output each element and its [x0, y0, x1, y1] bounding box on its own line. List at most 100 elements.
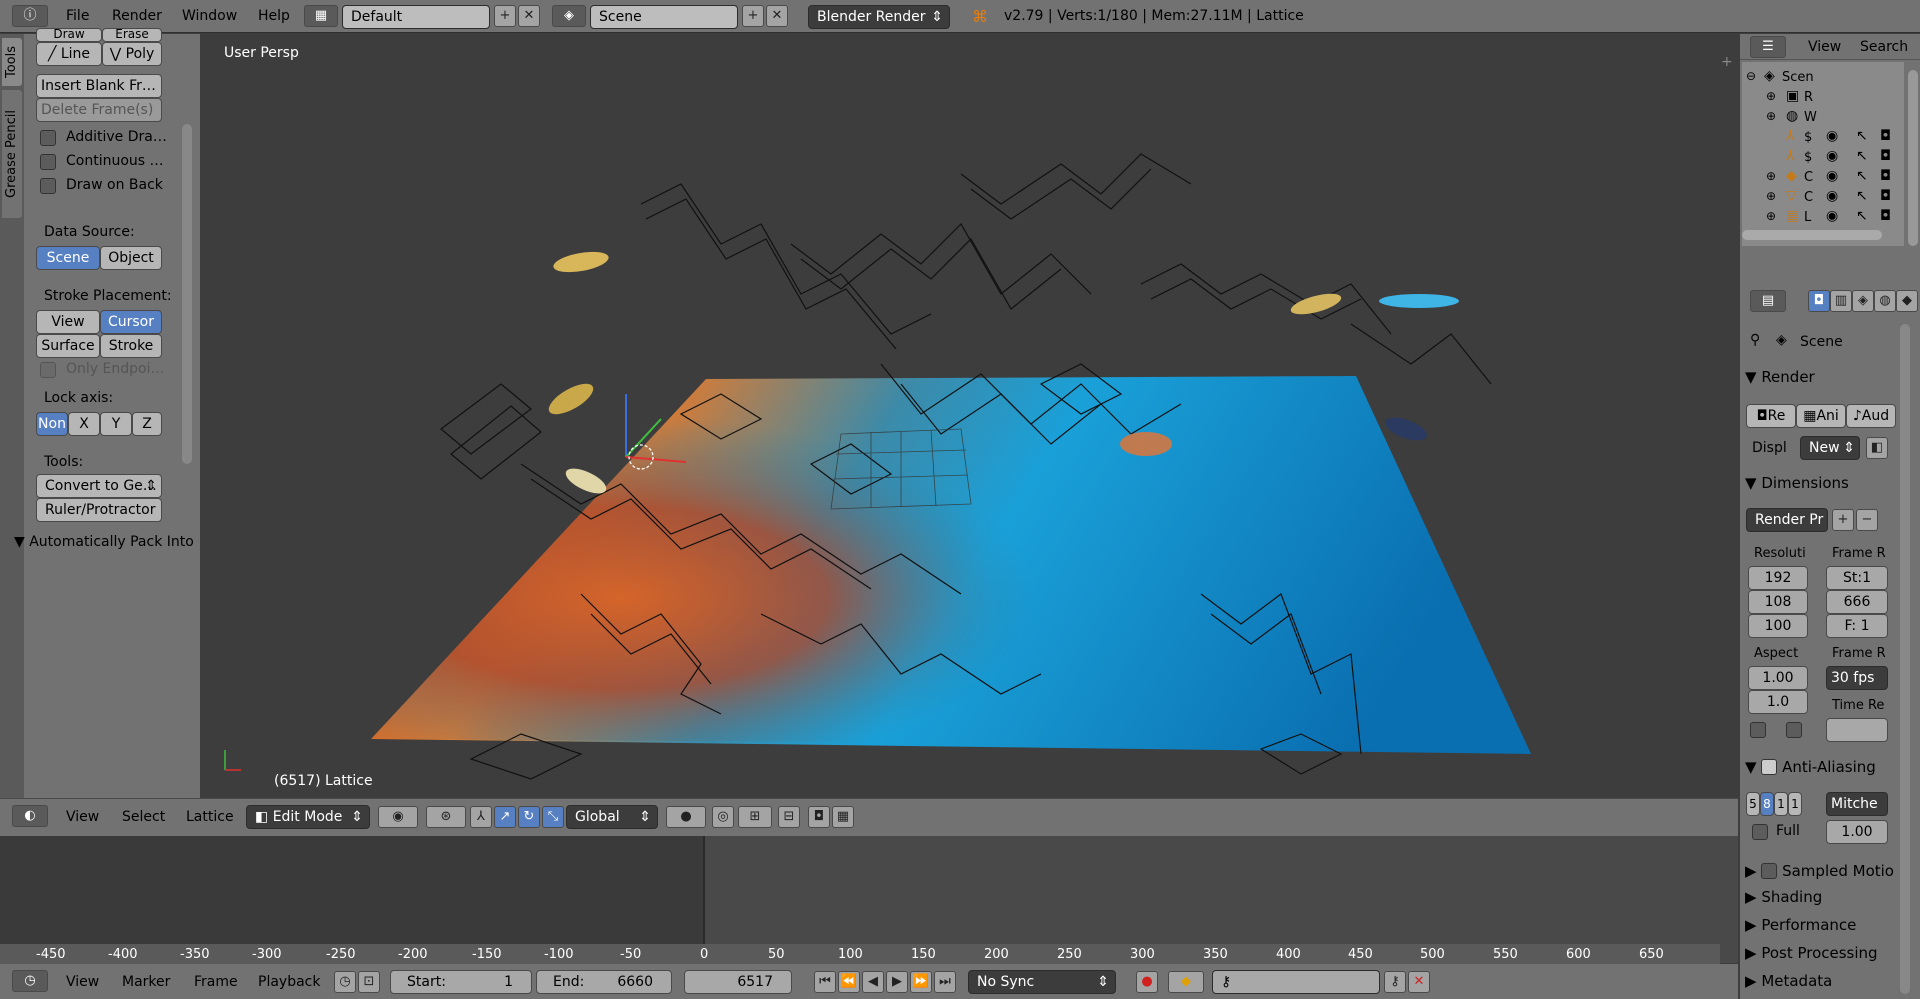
outliner-view-menu[interactable]: View	[1808, 39, 1841, 55]
remove-preset-icon[interactable]: −	[1856, 509, 1878, 531]
tab-tools[interactable]: Tools	[2, 38, 22, 86]
placement-stroke-button[interactable]: Stroke	[100, 334, 162, 358]
timeline-view-menu[interactable]: View	[66, 974, 99, 990]
world-tab-icon[interactable]: ◍	[1874, 290, 1896, 312]
aa-samples-16-button[interactable]: 1	[1788, 792, 1802, 816]
properties-scrollbar[interactable]	[1900, 324, 1910, 994]
snap-target-icon[interactable]: ⊟	[778, 806, 800, 828]
outliner-vscrollbar[interactable]	[1908, 70, 1918, 246]
end-frame-field[interactable]: End: 6660	[536, 970, 672, 994]
lock-range-icon[interactable]: ⊡	[358, 971, 380, 993]
viewport-plus-icon[interactable]: +	[1721, 54, 1733, 70]
scale-icon[interactable]: ⤡	[542, 806, 564, 828]
full-sample-checkbox[interactable]	[1752, 824, 1768, 840]
menu-help[interactable]: Help	[258, 8, 290, 24]
delete-frames-button[interactable]: Delete Frame(s)	[36, 98, 162, 122]
render-engine-select[interactable]: Blender Render ⇕	[808, 5, 950, 29]
active-keying-set-field[interactable]: ⚷	[1212, 970, 1380, 994]
delete-keyframe-icon[interactable]: ✕	[1408, 971, 1430, 993]
auto-pack-expander[interactable]: ▼ Automatically Pack Into	[14, 534, 194, 550]
menu-render[interactable]: Render	[112, 8, 162, 24]
play-icon[interactable]: ▶	[886, 971, 908, 993]
keying-set-icon[interactable]: ◆	[1168, 971, 1204, 993]
menu-file[interactable]: File	[66, 8, 89, 24]
snap-icon[interactable]: ⊞	[738, 806, 772, 828]
metadata-panel-header[interactable]: ▶ Metadata	[1745, 972, 1903, 998]
pin-icon[interactable]: ⚲	[1750, 332, 1760, 348]
outliner-row[interactable]: ⊕ ▽ C ◉ ↖ ◘	[1742, 188, 1904, 208]
outliner-row[interactable]: ⅄ $ ◉ ↖ ◘	[1742, 148, 1904, 168]
outliner-row[interactable]: ⊕ ◆ C ◉ ↖ ◘	[1742, 168, 1904, 188]
auto-keying-icon[interactable]: ●	[1136, 971, 1158, 993]
frame-rate-select[interactable]: 30 fps	[1826, 666, 1888, 690]
outliner-hscrollbar[interactable]	[1742, 230, 1882, 240]
manipulator-icon[interactable]: ⅄	[470, 806, 492, 828]
proportional-edit-icon[interactable]: ◎	[712, 806, 734, 828]
border-checkbox[interactable]	[1750, 722, 1766, 738]
placement-surface-button[interactable]: Surface	[36, 334, 100, 358]
screen-layout-field[interactable]: Default	[342, 5, 490, 29]
viewport-lattice-menu[interactable]: Lattice	[186, 809, 234, 825]
anti-aliasing-panel-header[interactable]: ▼ Anti-Aliasing	[1745, 756, 1903, 782]
erase-button[interactable]: Erase	[102, 28, 162, 42]
lock-axis-x-button[interactable]: X	[68, 412, 100, 436]
viewport-shading-icon[interactable]: ◉	[378, 806, 418, 828]
scene-tab-icon[interactable]: ◈	[1852, 290, 1874, 312]
display-select[interactable]: New ⇕	[1800, 436, 1860, 460]
post-processing-panel-header[interactable]: ▶ Post Processing	[1745, 944, 1903, 970]
outliner-row[interactable]: ⊖ ◈ Scen	[1742, 68, 1904, 88]
render-audio-button[interactable]: ♪Aud	[1846, 404, 1896, 428]
add-layout-icon[interactable]: +	[494, 5, 516, 27]
object-tab-icon[interactable]: ◆	[1896, 290, 1918, 312]
add-scene-icon[interactable]: +	[742, 5, 764, 27]
lock-axis-none-button[interactable]: Non	[36, 412, 68, 436]
data-source-object-button[interactable]: Object	[100, 246, 162, 270]
toolshelf-scrollbar[interactable]	[182, 124, 192, 464]
3d-viewport[interactable]: User Persp (6517) Lattice +	[201, 34, 1738, 798]
insert-keyframe-icon[interactable]: ⚷	[1384, 971, 1406, 993]
outliner-row[interactable]: ⊕ ▣ R	[1742, 88, 1904, 108]
sync-mode-select[interactable]: No Sync ⇕	[968, 970, 1116, 994]
lock-axis-z-button[interactable]: Z	[132, 412, 162, 436]
frame-step-field[interactable]: F: 1	[1826, 614, 1888, 638]
render-layers-tab-icon[interactable]: ▥	[1830, 290, 1852, 312]
dimensions-panel-header[interactable]: ▼ Dimensions	[1745, 474, 1903, 500]
add-preset-icon[interactable]: +	[1832, 509, 1854, 531]
render-panel-header[interactable]: ▼ Render	[1745, 368, 1903, 394]
placement-cursor-button[interactable]: Cursor	[100, 310, 162, 334]
scene-field[interactable]: Scene	[590, 5, 738, 29]
ruler-protractor-button[interactable]: Ruler/Protractor	[36, 498, 162, 522]
render-tab-icon[interactable]: ◘	[1808, 290, 1830, 312]
crop-checkbox[interactable]	[1786, 722, 1802, 738]
timeline-ruler[interactable]: -450 -400 -350 -300 -250 -200 -150 -100 …	[0, 944, 1720, 964]
jump-keyframe-back-icon[interactable]: ⏪	[838, 971, 860, 993]
translate-icon[interactable]: ↗	[494, 806, 516, 828]
jump-keyframe-forward-icon[interactable]: ⏩	[910, 971, 932, 993]
only-endpoints-checkbox[interactable]	[40, 362, 56, 378]
render-animation-button[interactable]: ▦Ani	[1796, 404, 1846, 428]
frame-end-field[interactable]: 666	[1826, 590, 1888, 614]
draw-button[interactable]: Draw	[36, 28, 102, 42]
orientation-select[interactable]: Global ⇕	[566, 805, 658, 829]
draw-on-back-checkbox[interactable]	[40, 178, 56, 194]
render-presets-select[interactable]: Render Pr	[1746, 508, 1828, 532]
current-frame-field[interactable]: 6517	[684, 970, 792, 994]
preview-range-icon[interactable]: ◷	[334, 971, 356, 993]
data-source-scene-button[interactable]: Scene	[36, 246, 100, 270]
time-remap-field[interactable]	[1826, 718, 1888, 742]
scene-icon[interactable]: ◈	[552, 5, 586, 27]
outliner-row[interactable]: ⊕ ◍ W	[1742, 108, 1904, 128]
remove-layout-icon[interactable]: ✕	[518, 5, 540, 27]
timeline-editor-icon[interactable]: ◷	[12, 970, 48, 992]
sampled-motion-panel-header[interactable]: ▶ Sampled Motio	[1745, 860, 1903, 886]
pivot-point-icon[interactable]: ⊛	[426, 806, 466, 828]
placement-view-button[interactable]: View	[36, 310, 100, 334]
viewport-view-menu[interactable]: View	[66, 809, 99, 825]
aspect-x-field[interactable]: 1.00	[1748, 666, 1808, 690]
jump-end-icon[interactable]: ⏭	[934, 971, 956, 993]
mode-select[interactable]: ◧ Edit Mode ⇕	[246, 805, 370, 829]
render-still-icon[interactable]: ◘	[808, 806, 830, 828]
insert-blank-frame-button[interactable]: Insert Blank Fr…	[36, 74, 162, 98]
viewport-select-menu[interactable]: Select	[122, 809, 165, 825]
resolution-y-field[interactable]: 108	[1748, 590, 1808, 614]
